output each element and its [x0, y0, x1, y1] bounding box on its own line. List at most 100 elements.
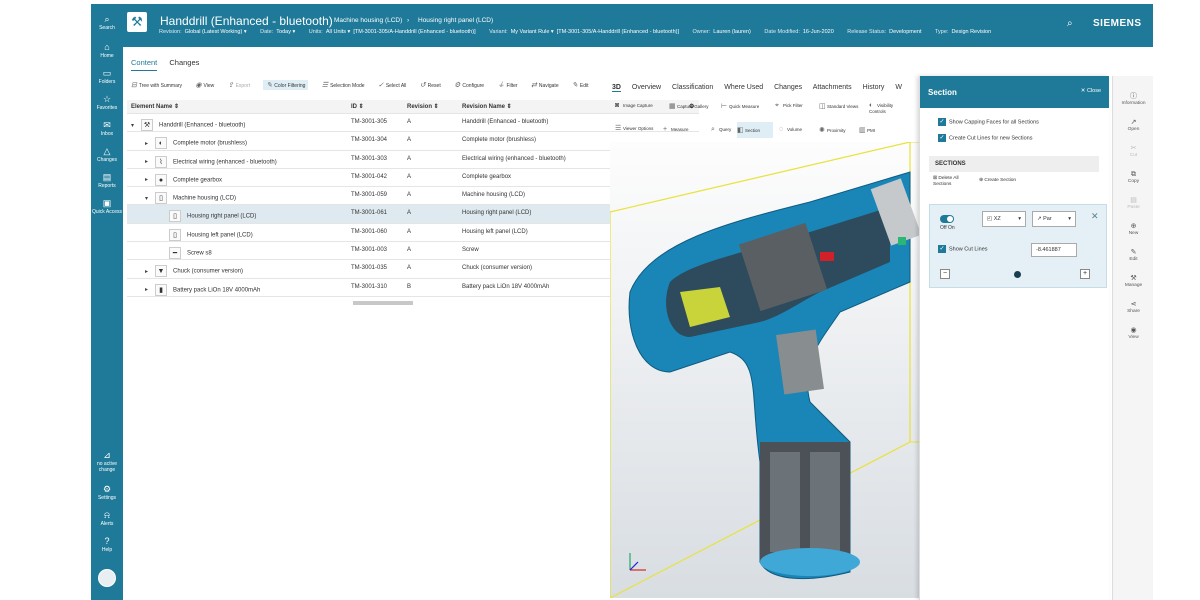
standard-views-button[interactable]: ◫Standard Views	[819, 102, 859, 110]
rail-new[interactable]: ⊕ New	[1113, 222, 1153, 236]
rail-cut[interactable]: ✂ Cut	[1113, 144, 1153, 158]
scrollbar-thumb[interactable]	[353, 301, 413, 305]
rail-information[interactable]: ⓘ Information	[1113, 92, 1153, 106]
rail-manage[interactable]: ⚒ Manage	[1113, 274, 1153, 288]
expand-icon[interactable]: ▸	[145, 176, 155, 183]
rail-share[interactable]: ⋖ Share	[1113, 300, 1153, 314]
tab-changes[interactable]: Changes	[169, 58, 199, 70]
viewer-options-button[interactable]: ☰ Viewer Options	[615, 124, 655, 132]
col-revision[interactable]: Revision ⇕	[407, 103, 439, 110]
quick-measure-button[interactable]: ⊢ Quick Measure	[721, 102, 761, 110]
breadcrumb-housing-right-panel[interactable]: Housing right panel (LCD)	[418, 17, 493, 24]
nav-changes[interactable]: △ Changes	[91, 146, 123, 163]
nav-help[interactable]: ? Help	[91, 536, 123, 553]
rail-view[interactable]: ◉ View	[1113, 326, 1153, 340]
nav-quick-access[interactable]: ▣ Quick Access	[91, 198, 123, 215]
tab-changes-3d[interactable]: Changes	[774, 84, 802, 91]
configure-button[interactable]: ⚙ Configure	[454, 81, 484, 89]
plane-dropdown[interactable]: ◰ XZ ▾	[982, 211, 1026, 227]
create-section-button[interactable]: ⊕ Create Section	[979, 178, 1016, 183]
nav-reports[interactable]: ▤ Reports	[91, 172, 123, 189]
expand-icon[interactable]: ▸	[145, 286, 155, 293]
expand-icon[interactable]: ▾	[131, 122, 141, 129]
drill-model[interactable]	[609, 141, 922, 599]
col-id[interactable]: ID ⇕	[351, 103, 364, 110]
minus-button[interactable]: −	[940, 269, 950, 279]
tab-3d[interactable]: 3D	[612, 84, 621, 92]
measure-button[interactable]: + Measure	[663, 126, 703, 133]
section-button[interactable]: ◧Section	[737, 122, 773, 138]
capping-faces-checkbox[interactable]: ✓ Show Capping Faces for all Sections	[938, 118, 1039, 126]
show-cut-lines-checkbox[interactable]: ✓ Show Cut Lines	[938, 245, 988, 253]
page-title: Handdrill (Enhanced - bluetooth)	[160, 14, 333, 28]
direction-dropdown[interactable]: ↗ Par ▾	[1032, 211, 1076, 227]
rail-paste[interactable]: ▤ Paste	[1113, 196, 1153, 210]
tab-w[interactable]: W	[895, 84, 902, 91]
tab-where-used[interactable]: Where Used	[724, 84, 763, 91]
view-button[interactable]: ◉ View	[195, 81, 214, 89]
avatar[interactable]	[98, 569, 116, 587]
capture-gallery-button[interactable]: ▦Capture Gallery	[669, 102, 709, 110]
tab-attachments[interactable]: Attachments	[813, 84, 852, 91]
prop-date[interactable]: Date: Today ▾	[260, 29, 295, 35]
prop-revision[interactable]: Revision: Global (Latest Working) ▾	[159, 29, 247, 35]
rail-copy[interactable]: ⧉ Copy	[1113, 170, 1153, 184]
nav-active-change[interactable]: ⊿ no active change	[91, 450, 123, 473]
nav-settings[interactable]: ⚙ Settings	[91, 484, 123, 501]
navigate-button[interactable]: ⇄ Navigate	[531, 81, 559, 89]
nav-folders[interactable]: ▭ Folders	[91, 68, 123, 85]
share-icon: ⋖	[1130, 301, 1137, 308]
cut-lines-checkbox[interactable]: ✓ Create Cut Lines for new Sections	[938, 134, 1032, 142]
expand-icon[interactable]: ▸	[145, 268, 155, 275]
rail-open[interactable]: ↗ Open	[1113, 118, 1153, 132]
tab-content[interactable]: Content	[131, 58, 158, 71]
image-capture-button[interactable]: ◙ Image Capture	[615, 102, 655, 109]
delete-all-sections-button[interactable]: ⊠ Delete All Sections	[933, 176, 965, 188]
filter-button[interactable]: ⏚ Filter	[497, 80, 517, 90]
col-element-name[interactable]: Element Name ⇕	[131, 103, 179, 110]
tree-summary-button[interactable]: ⊟ Tree with Summary	[131, 81, 182, 89]
nav-alerts[interactable]: ⍾ Alerts	[91, 510, 123, 527]
tab-overview[interactable]: Overview	[632, 84, 661, 91]
camera-icon: ◙	[615, 102, 620, 109]
element-name-cell: ▸ ◐ Complete motor (brushless)	[145, 137, 247, 150]
table-row[interactable]: ▾ ⚒ Handdrill (Enhanced - bluetooth) TM-300…	[127, 114, 699, 133]
expand-icon[interactable]: ▸	[145, 158, 155, 165]
breadcrumb-machine-housing[interactable]: Machine housing (LCD)	[334, 17, 402, 24]
col-revision-name[interactable]: Revision Name ⇕	[462, 103, 512, 110]
offset-input[interactable]: -8.461887	[1031, 243, 1077, 257]
edit-button[interactable]: ✎ Edit	[572, 81, 589, 89]
selection-mode-button[interactable]: ☰ Selection Mode	[322, 81, 365, 89]
close-button[interactable]: ✕ Close	[1081, 88, 1101, 94]
rail-edit[interactable]: ✎ Edit	[1113, 248, 1153, 262]
pick-filter-button[interactable]: ⌖ Pick Filter	[775, 102, 815, 110]
nav-home[interactable]: ⌂ Home	[91, 42, 123, 59]
search-icon[interactable]: ⌕	[1067, 18, 1073, 29]
3d-viewer[interactable]	[609, 141, 922, 599]
prop-units[interactable]: Units: All Units ▾ [TM-3001-305/A-Handdril…	[309, 29, 476, 35]
pmi-button[interactable]: ▥PMI	[859, 126, 899, 134]
tab-classification[interactable]: Classification	[672, 84, 713, 91]
part-thumbnail-icon: ▮	[155, 283, 167, 296]
export-button[interactable]: ⇪ Export	[228, 81, 250, 89]
reset-button[interactable]: ↺ Reset	[420, 81, 441, 89]
expand-icon[interactable]: ▸	[145, 140, 155, 147]
section-toggle[interactable]	[940, 215, 954, 223]
volume-button[interactable]: ◌ Volume	[779, 126, 819, 133]
offset-slider[interactable]	[1014, 271, 1021, 278]
id-cell: TM-3001-303	[351, 155, 388, 162]
tab-history[interactable]: History	[863, 84, 885, 91]
expand-icon[interactable]: ▾	[145, 195, 155, 202]
color-filtering-button[interactable]: ✎ Color Filtering	[263, 80, 309, 90]
prop-variant[interactable]: Variant: My Variant Rule ▾ [TM-3001-305/A-…	[489, 29, 679, 35]
nav-search[interactable]: ⌕ Search	[91, 14, 123, 31]
proximity-button[interactable]: ✺ Proximity	[819, 126, 859, 134]
select-all-button[interactable]: ✓ Select All	[378, 81, 406, 89]
plus-button[interactable]: +	[1080, 269, 1090, 279]
nav-inbox[interactable]: ✉ Inbox	[91, 120, 123, 137]
pencil-icon: ✎	[571, 82, 578, 89]
delete-section-icon[interactable]: ✕	[1091, 211, 1099, 222]
section-panel-header: Section ✕ Close	[920, 76, 1109, 108]
visibility-controls-button[interactable]: ◐ Visibility Controls	[869, 102, 909, 114]
nav-favorites[interactable]: ☆ Favorites	[91, 94, 123, 111]
